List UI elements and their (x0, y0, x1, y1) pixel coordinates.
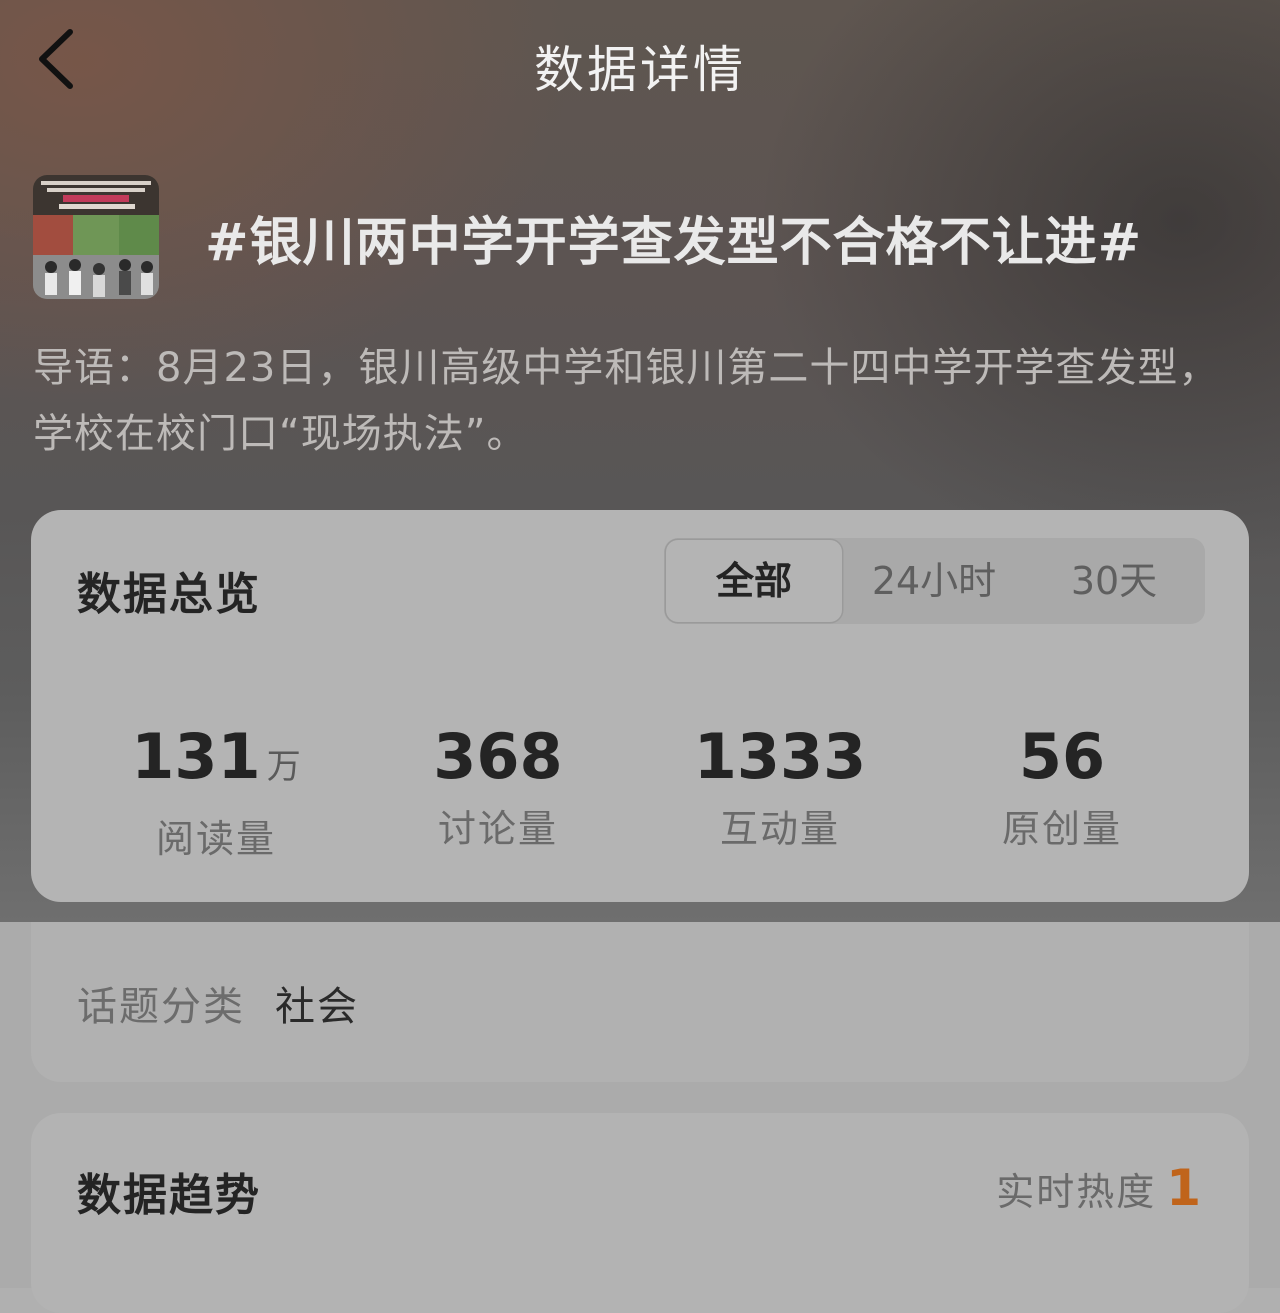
category-card: 话题分类 社会 (31, 922, 1249, 1082)
stat-reads: 131 万 阅读量 (96, 722, 336, 863)
topic-intro: 导语：8月23日，银川高级中学和银川第二十四中学开学查发型，学校在校门口“现场执… (33, 345, 1220, 457)
stat-discussions-label: 讨论量 (437, 807, 558, 851)
category-label: 话题分类 (77, 984, 245, 1030)
stat-discussions: 368 讨论量 (378, 722, 618, 853)
stat-originals-label: 原创量 (1001, 807, 1122, 851)
topic-thumbnail (33, 175, 159, 299)
topic-title: #银川两中学开学查发型不合格不让进# (205, 213, 1143, 273)
trend-card: 数据趋势 实时热度 1 (31, 1113, 1249, 1313)
stat-reads-value: 131 (131, 720, 261, 793)
tab-24h[interactable]: 24小时 (844, 540, 1024, 622)
page-title: 数据详情 (534, 41, 746, 99)
realtime-heat: 实时热度 1 (996, 1159, 1201, 1217)
stat-interactions: 1333 互动量 (660, 722, 900, 853)
heat-value: 1 (1166, 1159, 1201, 1217)
stat-reads-label: 阅读量 (155, 817, 276, 861)
stat-interactions-label: 互动量 (719, 807, 840, 851)
time-range-tabs: 全部 24小时 30天 (664, 538, 1205, 624)
overview-card: 数据总览 全部 24小时 30天 131 万 阅读量 368 讨论量 1333 互… (31, 510, 1249, 902)
heat-label: 实时热度 (996, 1170, 1157, 1214)
stat-reads-unit: 万 (266, 747, 301, 787)
overview-title: 数据总览 (77, 569, 261, 620)
category-value[interactable]: 社会 (275, 974, 359, 1032)
stat-discussions-value: 368 (433, 720, 563, 793)
tab-all[interactable]: 全部 (666, 540, 842, 622)
trend-title: 数据趋势 (77, 1170, 261, 1221)
stat-originals-value: 56 (1018, 720, 1106, 793)
stat-originals: 56 原创量 (942, 722, 1182, 853)
tab-30d[interactable]: 30天 (1024, 540, 1204, 622)
top-bar: 数据详情 (0, 0, 1280, 124)
stat-interactions-value: 1333 (693, 720, 867, 793)
